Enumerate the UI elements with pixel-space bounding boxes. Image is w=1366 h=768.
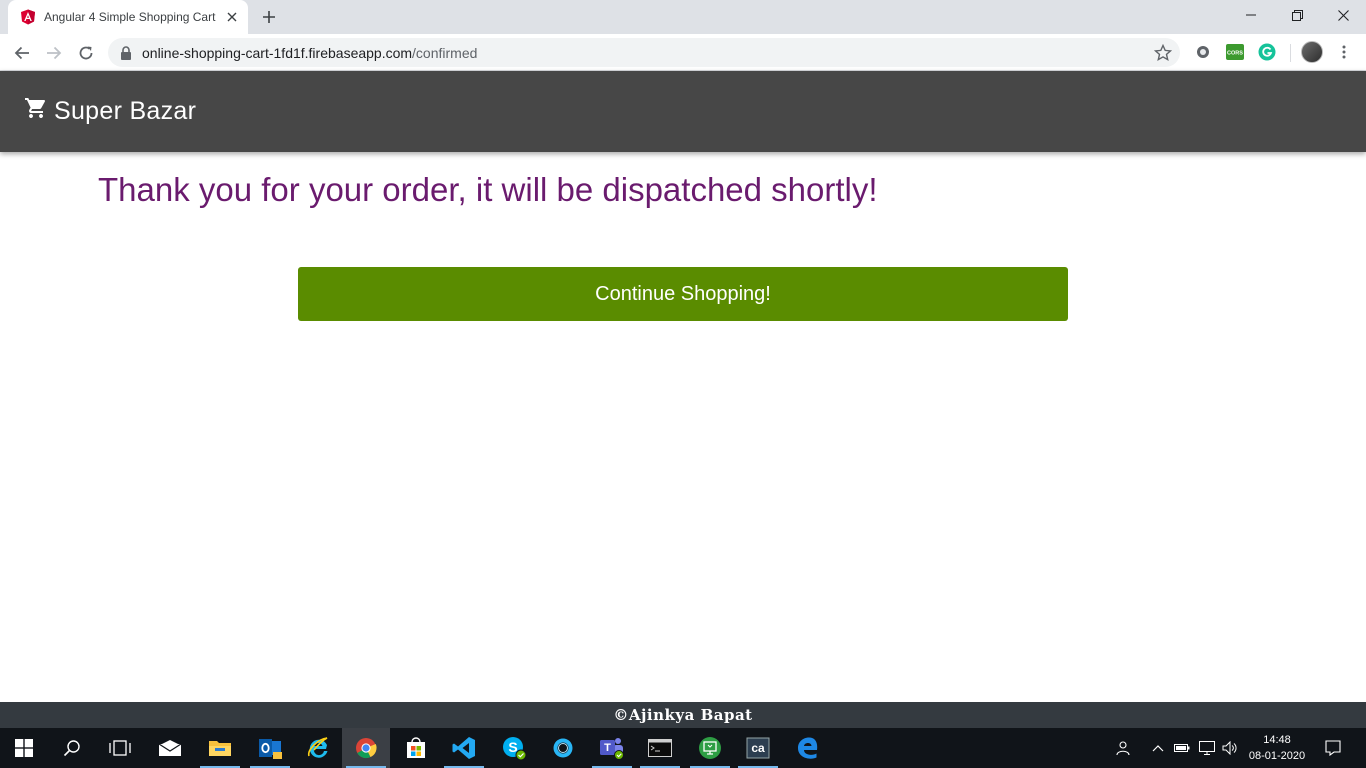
angular-logo-icon xyxy=(21,9,35,25)
tab-close-icon[interactable] xyxy=(224,9,240,25)
browser-tab-active[interactable]: Angular 4 Simple Shopping Cart xyxy=(8,0,248,34)
extension-circle-icon[interactable] xyxy=(1193,42,1213,62)
svg-text:T: T xyxy=(604,742,611,754)
url-text: online-shopping-cart-1fd1f.firebaseapp.c… xyxy=(142,45,477,61)
forward-arrow-icon[interactable] xyxy=(40,39,68,67)
toolbar-divider xyxy=(1290,44,1291,62)
bookmark-star-icon[interactable] xyxy=(1154,44,1172,62)
minimize-icon[interactable] xyxy=(1228,0,1274,30)
tab-title: Angular 4 Simple Shopping Cart xyxy=(44,10,216,24)
page-footer: ©Ajinkya Bapat xyxy=(0,702,1366,728)
windows-taskbar: S T ca 14:48 08-01-2020 xyxy=(0,728,1366,768)
remote-desktop-icon[interactable] xyxy=(686,728,734,768)
back-arrow-icon[interactable] xyxy=(8,39,36,67)
clock-time: 14:48 xyxy=(1263,734,1291,746)
browser-toolbar: online-shopping-cart-1fd1f.firebaseapp.c… xyxy=(0,34,1366,71)
svg-text:ca: ca xyxy=(751,741,765,755)
teams-icon[interactable]: T xyxy=(588,728,636,768)
cortana-icon[interactable] xyxy=(539,728,587,768)
url-path: /confirmed xyxy=(412,44,478,61)
mail-icon[interactable] xyxy=(146,728,194,768)
windows-start-icon[interactable] xyxy=(0,728,48,768)
chrome-menu-icon[interactable] xyxy=(1334,42,1354,62)
new-tab-icon[interactable] xyxy=(258,6,280,28)
app-navbar: Super Bazar xyxy=(0,71,1366,152)
system-clock[interactable]: 14:48 08-01-2020 xyxy=(1244,732,1310,764)
lock-icon xyxy=(121,45,131,60)
store-icon[interactable] xyxy=(392,728,440,768)
volume-icon[interactable] xyxy=(1220,728,1240,768)
file-explorer-icon[interactable] xyxy=(196,728,244,768)
vs-code-icon[interactable] xyxy=(440,728,488,768)
restore-icon[interactable] xyxy=(1274,0,1320,30)
clock-date: 08-01-2020 xyxy=(1248,750,1306,762)
chevron-up-icon[interactable] xyxy=(1148,728,1168,768)
grammarly-icon[interactable] xyxy=(1257,42,1277,62)
chrome-icon[interactable] xyxy=(342,728,390,768)
window-close-icon[interactable] xyxy=(1320,0,1366,30)
outlook-icon[interactable] xyxy=(246,728,294,768)
network-icon[interactable] xyxy=(1196,728,1218,768)
brand-title[interactable]: Super Bazar xyxy=(54,97,196,126)
continue-shopping-button[interactable]: Continue Shopping! xyxy=(298,267,1068,321)
footer-copyright: ©Ajinkya Bapat xyxy=(613,706,753,724)
search-icon[interactable] xyxy=(48,728,96,768)
page-content: Super Bazar Thank you for your order, it… xyxy=(0,71,1366,702)
url-host: online-shopping-cart-1fd1f.firebaseapp.c… xyxy=(142,44,413,61)
address-bar[interactable]: online-shopping-cart-1fd1f.firebaseapp.c… xyxy=(108,38,1180,67)
order-confirmation-message: Thank you for your order, it will be dis… xyxy=(98,171,878,208)
browser-tab-strip: Angular 4 Simple Shopping Cart xyxy=(0,0,1366,34)
skype-icon[interactable]: S xyxy=(490,728,538,768)
internet-explorer-icon[interactable] xyxy=(294,728,342,768)
terminal-icon[interactable] xyxy=(636,728,684,768)
shopping-cart-icon[interactable] xyxy=(24,96,48,120)
task-view-icon[interactable] xyxy=(96,728,144,768)
edge-icon[interactable] xyxy=(784,728,832,768)
reload-icon[interactable] xyxy=(72,39,100,67)
notifications-icon[interactable] xyxy=(1318,728,1348,768)
profile-avatar[interactable] xyxy=(1301,41,1323,63)
cors-extension-icon[interactable]: CORS xyxy=(1225,42,1245,62)
people-icon[interactable] xyxy=(1110,728,1136,768)
battery-icon[interactable] xyxy=(1172,728,1192,768)
ca-app-icon[interactable]: ca xyxy=(734,728,782,768)
cors-label: CORS xyxy=(1227,51,1243,57)
